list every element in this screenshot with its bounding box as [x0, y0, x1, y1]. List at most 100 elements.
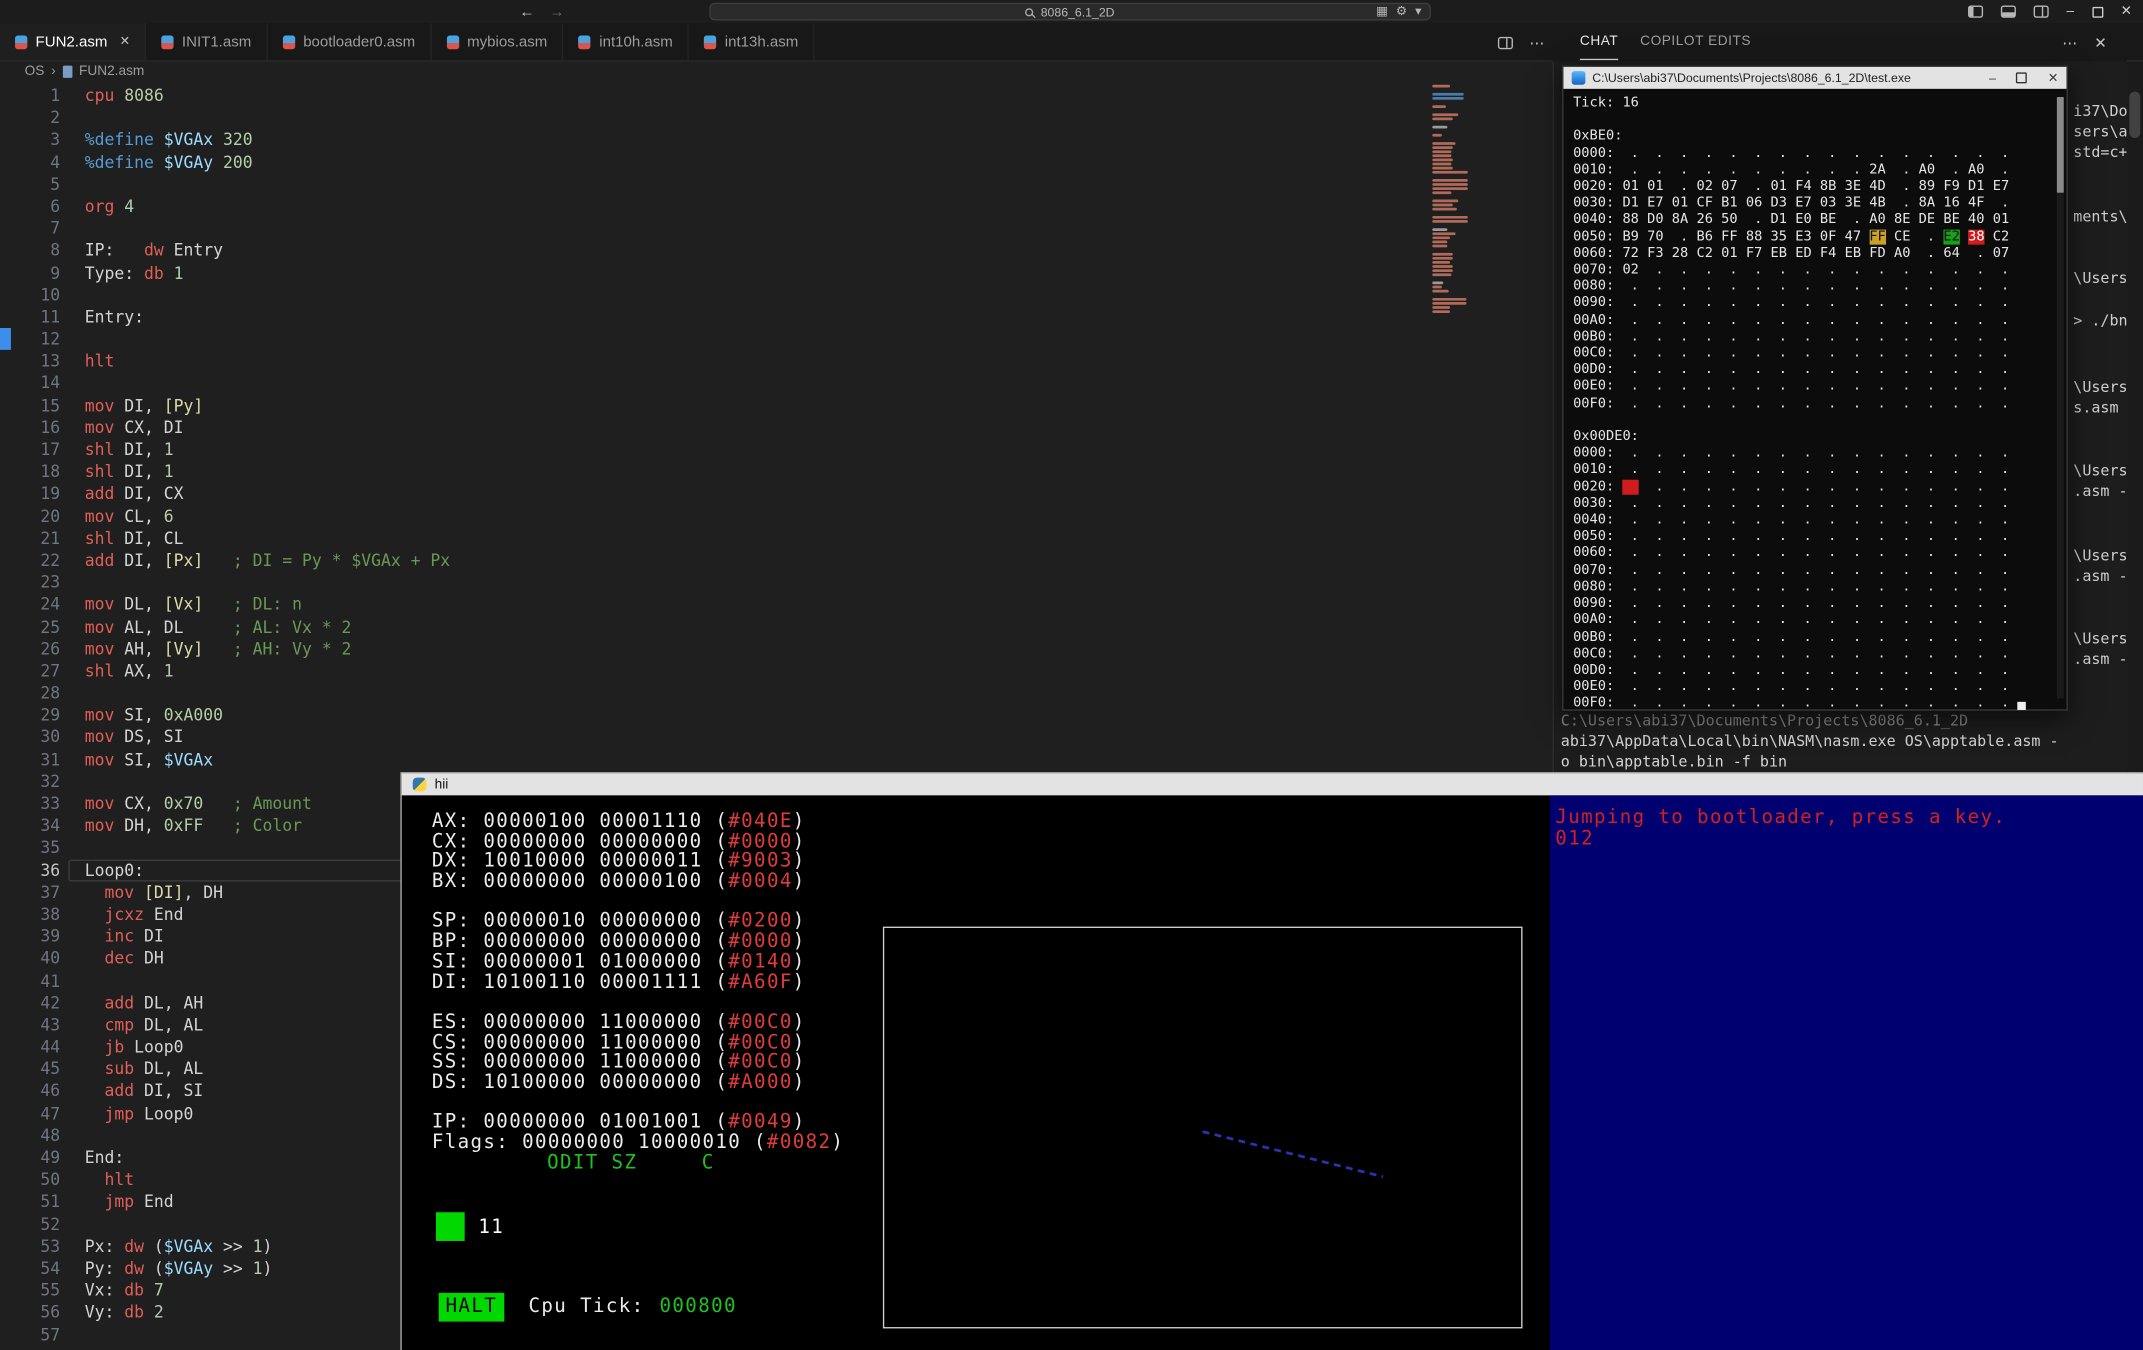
- code-line[interactable]: mov CX, 0x70 ; Amount: [85, 793, 450, 815]
- memory-dump-window[interactable]: C:\Users\abi37\Documents\Projects\8086_6…: [1562, 66, 2068, 711]
- code-line[interactable]: [85, 1346, 450, 1350]
- code-line[interactable]: mov SI, 0xA000: [85, 704, 450, 726]
- code-line[interactable]: jmp End: [85, 1191, 450, 1213]
- tab-FUN2.asm[interactable]: FUN2.asm✕: [0, 23, 146, 60]
- dump-window-titlebar[interactable]: C:\Users\abi37\Documents\Projects\8086_6…: [1564, 67, 2067, 89]
- code-content[interactable]: cpu 8086 %define $VGAx 320%define $VGAy …: [85, 85, 450, 1350]
- breadcrumb[interactable]: OS › FUN2.asm: [0, 62, 1553, 83]
- code-line[interactable]: [85, 217, 450, 239]
- code-line[interactable]: jcxz End: [85, 903, 450, 925]
- code-line[interactable]: [85, 1125, 450, 1147]
- code-line[interactable]: mov AH, [Vy] ; AH: Vy * 2: [85, 638, 450, 660]
- code-line[interactable]: Px: dw ($VGAx >> 1): [85, 1235, 450, 1257]
- code-line[interactable]: mov [DI], DH: [85, 881, 450, 903]
- code-line[interactable]: sub DL, AL: [85, 1058, 450, 1080]
- settings-gear-icon[interactable]: ⚙: [1396, 4, 1407, 19]
- back-icon[interactable]: ←: [519, 3, 534, 19]
- tab-int10h.asm[interactable]: int10h.asm: [564, 23, 689, 60]
- split-editor-icon[interactable]: [1498, 36, 1513, 48]
- titlebar[interactable]: ← → 8086_6.1_2D ▦ ⚙ ▾ – ✕: [0, 0, 2143, 23]
- vga-screen: [883, 927, 1523, 1329]
- tab-bootloader0.asm[interactable]: bootloader0.asm: [268, 23, 432, 60]
- copilot-icon[interactable]: ▦: [1376, 4, 1388, 19]
- code-line[interactable]: [85, 837, 450, 859]
- dump-scrollbar[interactable]: [2057, 97, 2064, 698]
- code-line[interactable]: mov DH, 0xFF ; Color: [85, 815, 450, 837]
- chat-close-icon[interactable]: ✕: [2094, 33, 2107, 51]
- code-line[interactable]: Entry:: [85, 306, 450, 328]
- code-line[interactable]: hlt: [85, 350, 450, 372]
- tab-int13h.asm[interactable]: int13h.asm: [689, 23, 814, 60]
- tab-copilot-edits[interactable]: COPILOT EDITS: [1640, 25, 1751, 61]
- code-line[interactable]: shl DI, 1: [85, 439, 450, 461]
- code-line[interactable]: cpu 8086: [85, 85, 450, 107]
- code-line[interactable]: cmp DL, AL: [85, 1014, 450, 1036]
- code-line[interactable]: [85, 173, 450, 195]
- code-line[interactable]: [85, 682, 450, 704]
- code-line[interactable]: jmp Loop0: [85, 1102, 450, 1124]
- toggle-sidebar-icon[interactable]: [1968, 5, 1983, 17]
- dump-close-icon[interactable]: ✕: [2048, 70, 2058, 85]
- close-icon[interactable]: ✕: [2121, 4, 2132, 19]
- dump-maximize-icon[interactable]: [2017, 72, 2028, 83]
- minimize-icon[interactable]: –: [2067, 4, 2075, 19]
- code-line[interactable]: [85, 970, 450, 992]
- maximize-icon[interactable]: [2092, 6, 2103, 17]
- code-line[interactable]: add DI, SI: [85, 1080, 450, 1102]
- breadcrumb-root[interactable]: OS: [25, 64, 45, 79]
- tab-INIT1.asm[interactable]: INIT1.asm: [146, 23, 267, 60]
- code-line[interactable]: End:: [85, 1147, 450, 1169]
- code-line[interactable]: mov DI, [Py]: [85, 394, 450, 416]
- dump-scrollbar-thumb[interactable]: [2057, 97, 2064, 193]
- code-line[interactable]: shl AX, 1: [85, 660, 450, 682]
- code-line[interactable]: jb Loop0: [85, 1036, 450, 1058]
- code-line[interactable]: Loop0:: [85, 859, 450, 881]
- emulator-titlebar[interactable]: hii: [402, 774, 2143, 796]
- code-line[interactable]: [85, 372, 450, 394]
- minimap[interactable]: [1432, 85, 1468, 323]
- code-line[interactable]: [85, 771, 450, 793]
- code-line[interactable]: [85, 571, 450, 593]
- editor-more-actions-icon[interactable]: ⋯: [1529, 33, 1544, 51]
- code-line[interactable]: mov AL, DL ; AL: Vx * 2: [85, 616, 450, 638]
- code-line[interactable]: [85, 1213, 450, 1235]
- breadcrumb-file[interactable]: FUN2.asm: [79, 64, 144, 79]
- code-line[interactable]: mov DS, SI: [85, 726, 450, 748]
- code-line[interactable]: %define $VGAy 200: [85, 151, 450, 173]
- chat-more-icon[interactable]: ⋯: [2062, 33, 2078, 51]
- code-line[interactable]: mov DL, [Vx] ; DL: n: [85, 594, 450, 616]
- forward-icon[interactable]: →: [549, 3, 564, 19]
- code-line[interactable]: [85, 328, 450, 350]
- code-line[interactable]: [85, 107, 450, 129]
- code-line[interactable]: shl DI, 1: [85, 461, 450, 483]
- tab-chat[interactable]: CHAT: [1580, 25, 1618, 61]
- code-line[interactable]: hlt: [85, 1169, 450, 1191]
- code-line[interactable]: dec DH: [85, 948, 450, 970]
- dump-minimize-icon[interactable]: –: [1989, 71, 1996, 85]
- code-line[interactable]: mov CL, 6: [85, 505, 450, 527]
- search-box[interactable]: 8086_6.1_2D ▦ ⚙ ▾: [709, 3, 1431, 21]
- tab-mybios.asm[interactable]: mybios.asm: [432, 23, 564, 60]
- emulator-window[interactable]: hii AX: 00000100 00001110 (#040E)CX: 000…: [400, 772, 2143, 1350]
- code-line[interactable]: %define $VGAx 320: [85, 129, 450, 151]
- code-line[interactable]: mov SI, $VGAx: [85, 748, 450, 770]
- code-line[interactable]: add DL, AH: [85, 992, 450, 1014]
- code-line[interactable]: Vy: db 2: [85, 1302, 450, 1324]
- code-line[interactable]: add DI, CX: [85, 483, 450, 505]
- code-line[interactable]: org 4: [85, 195, 450, 217]
- code-line[interactable]: Py: dw ($VGAy >> 1): [85, 1257, 450, 1279]
- code-line[interactable]: mov CX, DI: [85, 417, 450, 439]
- code-line[interactable]: Type: db 1: [85, 262, 450, 284]
- code-line[interactable]: Vx: db 7: [85, 1279, 450, 1301]
- code-line[interactable]: shl DI, CL: [85, 527, 450, 549]
- code-line[interactable]: add DI, [Px] ; DI = Py * $VGAx + Px: [85, 549, 450, 571]
- code-line[interactable]: [85, 1324, 450, 1346]
- customize-layout-icon[interactable]: [2034, 5, 2049, 17]
- code-line[interactable]: inc DI: [85, 925, 450, 947]
- close-tab-icon[interactable]: ✕: [120, 34, 130, 49]
- code-line[interactable]: [85, 284, 450, 306]
- scrollbar-thumb[interactable]: [2129, 92, 2140, 138]
- code-line[interactable]: IP: dw Entry: [85, 240, 450, 262]
- chevron-down-icon[interactable]: ▾: [1415, 4, 1421, 19]
- toggle-panel-icon[interactable]: [2001, 5, 2016, 17]
